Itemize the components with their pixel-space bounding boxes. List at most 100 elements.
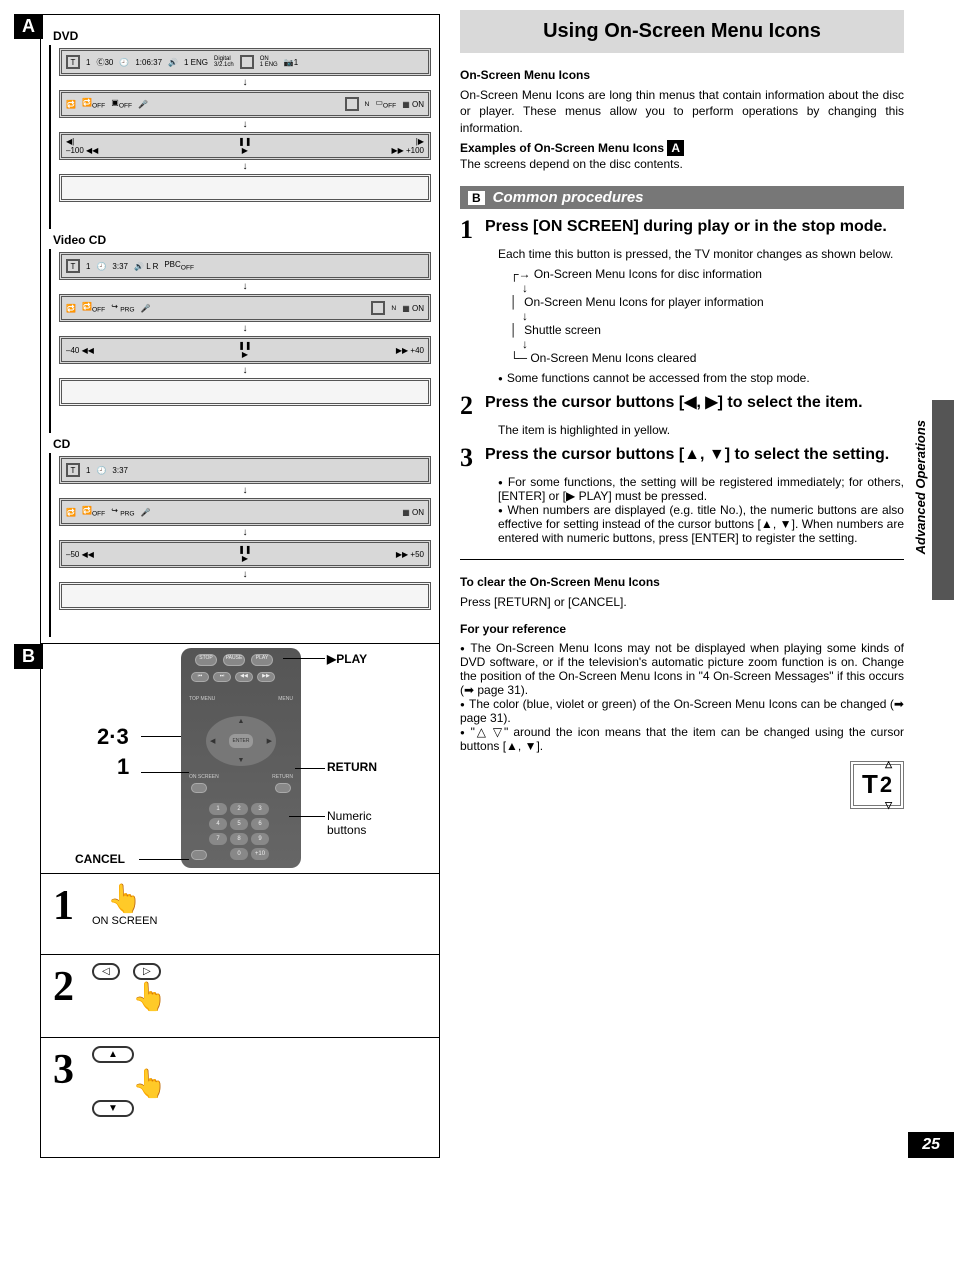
down-icon: ▼: [238, 757, 245, 764]
cursor-left-button: ◁: [92, 963, 120, 980]
step-number: 3: [460, 445, 473, 471]
vcd-row-blank: [59, 378, 431, 406]
page-title: Using On-Screen Menu Icons: [460, 10, 904, 53]
pause-button: PAUSE: [223, 654, 245, 666]
heading-osd-icons: On-Screen Menu Icons: [460, 67, 904, 83]
down-arrow-icon: ↓: [59, 529, 431, 537]
vcd-row1: T 1 🕘 3:37 🔊 L R PBCOFF: [59, 252, 431, 280]
reference-heading: For your reference: [460, 621, 904, 637]
triangle-down-icon: ▽: [885, 800, 892, 811]
on-screen-label: ON SCREEN: [189, 774, 219, 780]
clock-icon: 🕘: [119, 58, 129, 67]
step-number: 2: [460, 393, 473, 419]
clock-icon: 🕘: [96, 262, 106, 271]
top-menu-label: TOP MENU: [189, 696, 215, 702]
remote-diagram: STOP PAUSE PLAY ⏮ ⏭ ◀◀ ▶▶ TOP MENU MENU …: [40, 644, 440, 874]
cursor-right-button: ▷: [133, 963, 161, 980]
label-dvd: DVD: [53, 29, 431, 43]
tag-a-ref: A: [667, 140, 684, 156]
down-arrow-icon: ↓: [59, 121, 431, 129]
step-panel-3: 3 ▲ 👆 ▼: [40, 1038, 440, 1158]
procedure-step-1: 1 Press [ON SCREEN] during play or in th…: [460, 217, 904, 243]
chapter-icon: Ⓒ30: [96, 57, 113, 68]
repeat-icon: 🔁: [66, 100, 76, 109]
cd-row3: –50 ◀◀ ❚❚▶ ▶▶ +50: [59, 540, 431, 568]
step-title: Press the cursor buttons [◀, ▶] to selec…: [485, 393, 863, 419]
track-icon: T: [66, 259, 80, 273]
step-number: 2: [53, 963, 74, 1011]
step1-note: Some functions cannot be accessed from t…: [498, 371, 904, 385]
repeat-icon: 🔁: [66, 304, 76, 313]
step-number: 1: [460, 217, 473, 243]
step-panel-1: 1 👆 ON SCREEN: [40, 874, 440, 955]
play-button: PLAY: [251, 654, 273, 666]
audio-icon: 🔊 L R: [134, 262, 158, 271]
callout-23: 2·3: [97, 724, 129, 750]
procedure-step-3: 3 Press the cursor buttons [▲, ▼] to sel…: [460, 445, 904, 471]
tag-b: B: [14, 644, 43, 669]
examples-heading: Examples of On-Screen Menu Icons A The s…: [460, 140, 904, 172]
vcd-row2: 🔁 🔁OFF ↪ PRG 🎤 N ▦ ON: [59, 294, 431, 322]
procedure-step-2: 2 Press the cursor buttons [◀, ▶] to sel…: [460, 393, 904, 419]
side-tab: [932, 400, 954, 600]
triangle-up-icon: △: [885, 759, 892, 770]
screen-flow: ┌→ On-Screen Menu Icons for disc informa…: [510, 267, 904, 365]
callout-cancel: CANCEL: [75, 852, 125, 866]
label-cd: CD: [53, 437, 431, 451]
dvd-row3: ◀|–100 ◀◀ ❚❚▶ |▶▶▶ +100: [59, 132, 431, 160]
page-number: 25: [908, 1132, 954, 1158]
step-number: 1: [53, 882, 74, 930]
brightness-icon: ▦ ON: [402, 100, 424, 109]
down-arrow-icon: ↓: [59, 487, 431, 495]
remote-body: STOP PAUSE PLAY ⏮ ⏭ ◀◀ ▶▶ TOP MENU MENU …: [181, 648, 301, 868]
return-button: [275, 783, 291, 793]
return-label: RETURN: [272, 774, 293, 780]
down-arrow-icon: ↓: [59, 163, 431, 171]
side-section-label: Advanced Operations: [913, 420, 928, 554]
mic-icon: 🎤: [138, 100, 148, 109]
hand-press-icon: 👆: [132, 1067, 167, 1100]
osd-examples-frame: DVD T 1 Ⓒ30 🕘 1:06:37 🔊 1 ENG Digital3/2…: [40, 14, 440, 644]
section-common-procedures: B Common procedures: [460, 186, 904, 209]
audio-icon: 🔊: [168, 58, 178, 67]
example-title-icon: T 2 △ ▽: [850, 761, 904, 809]
cd-row1: T 1 🕘 3:37: [59, 456, 431, 484]
track-icon: T: [66, 463, 80, 477]
left-icon: ◀: [210, 737, 215, 745]
callout-numeric: Numeric buttons: [327, 809, 397, 837]
step-number: 3: [53, 1046, 74, 1094]
step3-bullets: For some functions, the setting will be …: [498, 475, 904, 545]
t-icon: T: [862, 769, 878, 800]
enter-button: ENTER: [229, 734, 253, 748]
step2-sub: The item is highlighted in yellow.: [498, 423, 904, 437]
intro-paragraph: On-Screen Menu Icons are long thin menus…: [460, 87, 904, 136]
clear-text: Press [RETURN] or [CANCEL].: [460, 594, 904, 610]
down-arrow-icon: ↓: [59, 283, 431, 291]
title-icon: T: [66, 55, 80, 69]
label-vcd: Video CD: [53, 233, 431, 247]
skip-fwd-button: ⏭: [213, 672, 231, 682]
step-title: Press [ON SCREEN] during play or in the …: [485, 217, 887, 243]
hand-press-icon: 👆: [92, 882, 157, 915]
dvd-row1: T 1 Ⓒ30 🕘 1:06:37 🔊 1 ENG Digital3/2.1ch…: [59, 48, 431, 76]
dpad: ENTER ▲ ▼ ◀ ▶: [206, 716, 276, 766]
down-arrow-icon: ↓: [59, 325, 431, 333]
angle-icon: 📷1: [284, 58, 298, 67]
cancel-button: [191, 850, 207, 860]
clear-heading: To clear the On-Screen Menu Icons: [460, 574, 904, 590]
menu-label: MENU: [278, 696, 293, 702]
up-icon: ▲: [238, 718, 245, 725]
marker-icon: ▣OFF: [111, 98, 132, 110]
screen-icon: [240, 55, 254, 69]
on-screen-button: [191, 783, 207, 793]
callout-play: ▶PLAY: [327, 652, 367, 666]
cd-row2: 🔁 🔁OFF ↪ PRG 🎤 ▦ ON: [59, 498, 431, 526]
vcd-row3: –40 ◀◀ ❚❚▶ ▶▶ +40: [59, 336, 431, 364]
mic-icon: 🎤: [141, 304, 151, 313]
rew-button: ◀◀: [235, 672, 253, 682]
stop-button: STOP: [195, 654, 217, 666]
skip-back-button: ⏮: [191, 672, 209, 682]
callout-1: 1: [117, 754, 129, 780]
callout-return: RETURN: [327, 760, 377, 774]
down-arrow-icon: ↓: [59, 367, 431, 375]
